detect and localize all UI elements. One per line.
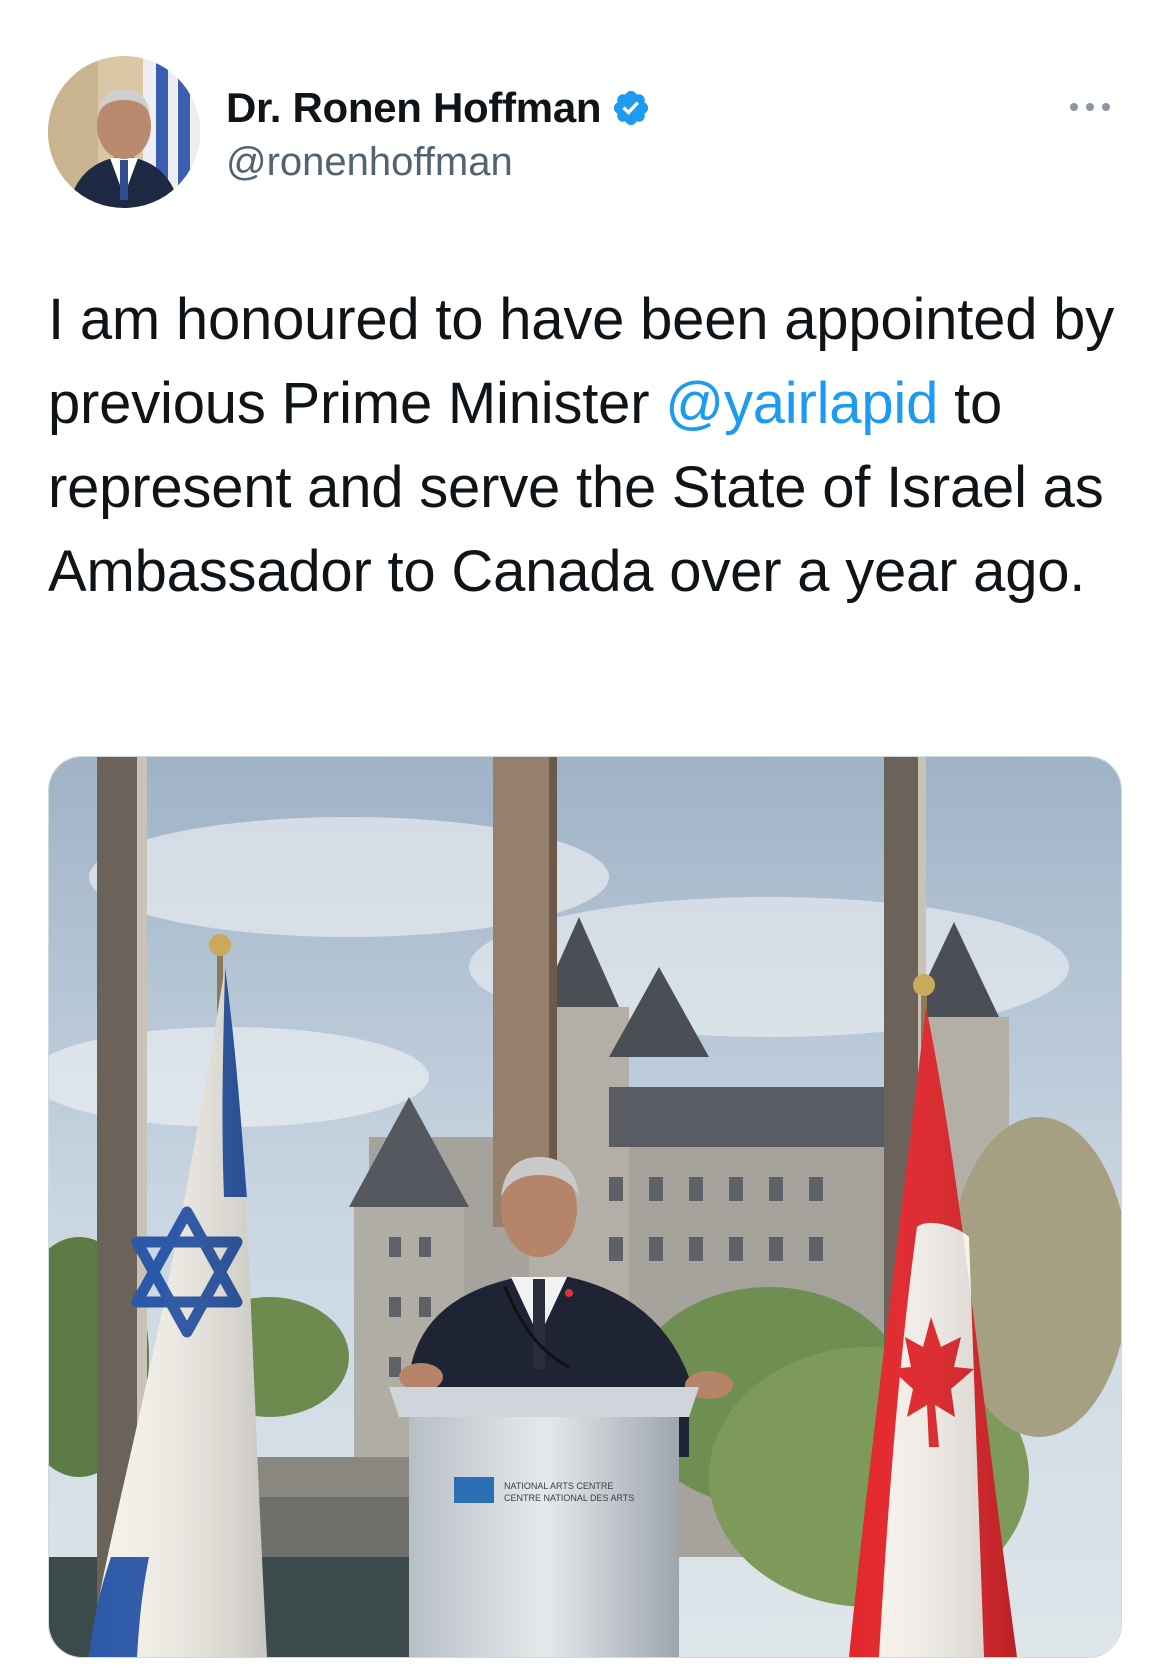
podium: NATIONAL ARTS CENTRE CENTRE NATIONAL DES…: [389, 1387, 699, 1657]
author-display-name[interactable]: Dr. Ronen Hoffman: [226, 84, 602, 132]
mention-link[interactable]: @yairlapid: [665, 371, 938, 436]
avatar[interactable]: [48, 56, 200, 208]
more-dot: [1086, 103, 1094, 111]
podium-sign-line1: NATIONAL ARTS CENTRE: [504, 1481, 613, 1491]
tweet-card: Dr. Ronen Hoffman @ronenhoffman I am hon…: [0, 0, 1170, 1675]
photo-scene: NATIONAL ARTS CENTRE CENTRE NATIONAL DES…: [49, 757, 1121, 1657]
podium-sign-line2: CENTRE NATIONAL DES ARTS: [504, 1493, 634, 1503]
author-handle[interactable]: @ronenhoffman: [226, 140, 513, 185]
author-name-row: Dr. Ronen Hoffman: [226, 84, 651, 132]
tweet-text: I am honoured to have been appointed by …: [48, 278, 1138, 614]
more-dot: [1070, 103, 1078, 111]
tweet-photo[interactable]: NATIONAL ARTS CENTRE CENTRE NATIONAL DES…: [48, 756, 1122, 1658]
verified-badge-icon: [611, 88, 651, 128]
more-dot: [1102, 103, 1110, 111]
more-options-icon[interactable]: [1060, 90, 1120, 124]
avatar-image: [48, 56, 200, 208]
